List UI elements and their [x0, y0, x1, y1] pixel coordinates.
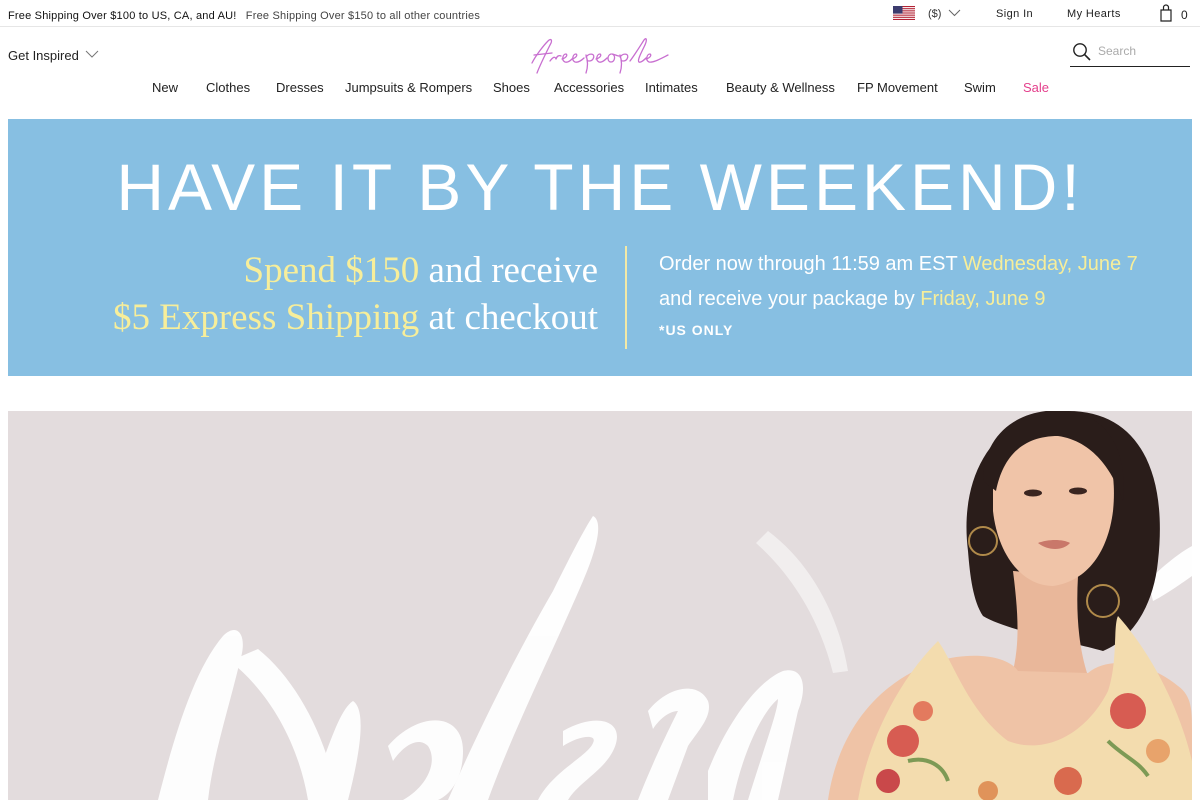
detail-line-2: and receive your package by Friday, June… — [659, 282, 1138, 317]
nav-item-swim[interactable]: Swim — [964, 80, 996, 95]
bag-count: 0 — [1181, 8, 1188, 22]
offer-line-2-text: at checkout — [419, 297, 599, 338]
nav-item-fp-movement[interactable]: FP Movement — [857, 80, 938, 95]
offer-line-1-text: and receive — [419, 250, 598, 291]
nav-item-intimates[interactable]: Intimates — [645, 80, 698, 95]
detail-us-only: *US ONLY — [659, 322, 734, 338]
my-hearts-link[interactable]: My Hearts — [1067, 8, 1121, 20]
nav-item-new[interactable]: New — [152, 80, 178, 95]
free-people-logo[interactable] — [522, 35, 678, 75]
search-box — [1070, 40, 1190, 67]
nav-item-accessories[interactable]: Accessories — [554, 80, 624, 95]
hero-image — [8, 411, 1192, 800]
chevron-down-icon[interactable] — [85, 50, 99, 59]
banner-headline: HAVE IT BY THE WEEKEND! — [116, 150, 1084, 224]
weekend-shipping-banner[interactable]: HAVE IT BY THE WEEKEND! Spend $150 and r… — [8, 119, 1192, 376]
main-nav: New Clothes Dresses Jumpsuits & Rompers … — [0, 80, 1200, 100]
detail-receive-date: Friday, June 9 — [920, 288, 1046, 310]
nav-item-jumpsuits-rompers[interactable]: Jumpsuits & Rompers — [345, 80, 472, 95]
detail-line-1: Order now through 11:59 am EST Wednesday… — [659, 247, 1138, 282]
nav-item-beauty-wellness[interactable]: Beauty & Wellness — [726, 80, 835, 95]
get-inspired-menu[interactable]: Get Inspired — [8, 48, 79, 63]
utility-bar: Free Shipping Over $100 to US, CA, and A… — [0, 0, 1200, 27]
shopping-bag-icon[interactable] — [1158, 4, 1174, 22]
promo-primary: Free Shipping Over $100 to US, CA, and A… — [8, 10, 237, 22]
sign-in-link[interactable]: Sign In — [996, 8, 1033, 20]
nav-item-dresses[interactable]: Dresses — [276, 80, 324, 95]
banner-offer: Spend $150 and receive $5 Express Shippi… — [113, 247, 598, 341]
banner-divider — [625, 246, 627, 349]
hero-banner[interactable] — [8, 411, 1192, 800]
nav-item-shoes[interactable]: Shoes — [493, 80, 530, 95]
detail-order-date: Wednesday, June 7 — [962, 253, 1138, 275]
promo-secondary: Free Shipping Over $150 to all other cou… — [245, 10, 481, 22]
banner-details: Order now through 11:59 am EST Wednesday… — [659, 247, 1138, 343]
offer-line-2: $5 Express Shipping at checkout — [113, 294, 598, 341]
detail-receive-text: and receive your package by — [659, 288, 921, 310]
chevron-down-icon[interactable] — [948, 9, 961, 17]
offer-express-shipping: $5 Express Shipping — [112, 297, 420, 338]
shipping-promo: Free Shipping Over $100 to US, CA, and A… — [8, 10, 480, 22]
offer-spend-amount: Spend $150 — [243, 250, 420, 291]
nav-item-clothes[interactable]: Clothes — [206, 80, 250, 95]
search-input[interactable] — [1098, 42, 1186, 60]
offer-line-1: Spend $150 and receive — [113, 247, 598, 294]
nav-item-sale[interactable]: Sale — [1023, 80, 1049, 95]
currency-selector[interactable]: ($) — [928, 8, 941, 20]
detail-order-text: Order now through 11:59 am EST — [659, 253, 963, 275]
us-flag-icon[interactable] — [893, 6, 915, 20]
search-icon[interactable] — [1072, 42, 1092, 62]
